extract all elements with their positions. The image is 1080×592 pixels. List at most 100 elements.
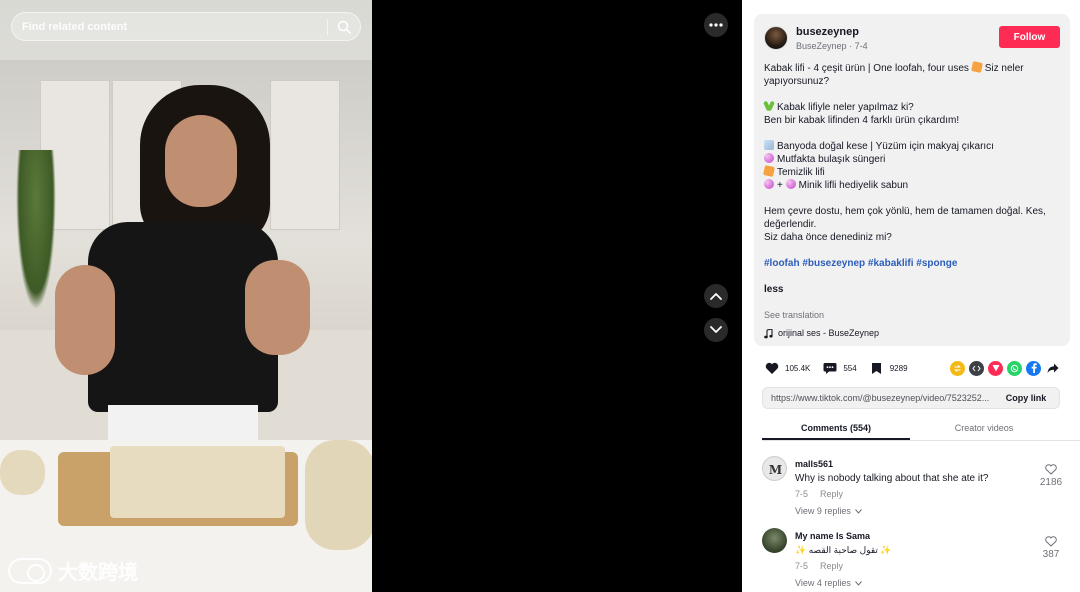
action-bar: 105.4K 554 9289 [764,358,1060,378]
description-card: busezeynep BuseZeynep · 7-4 Follow Kabak… [754,14,1070,346]
author-subtitle: BuseZeynep · 7-4 [796,41,868,51]
author-display-name: BuseZeynep [796,41,847,51]
more-options-button[interactable] [704,13,728,37]
chevron-down-icon [710,326,722,333]
description-text: + [777,180,783,191]
bubbles-emoji-icon [764,179,774,189]
video-scene-loofah [305,440,372,550]
description-line: Banyoda doğal kese | Yüzüm için makyaj ç… [764,140,1060,153]
view-replies-button[interactable]: View 4 replies [795,578,862,588]
comment-meta: 7-5 Reply [795,561,843,571]
soap-emoji-icon [764,140,774,150]
search-input[interactable] [12,13,327,40]
comment-like-count: 387 [1042,549,1060,560]
author-row: busezeynep BuseZeynep · 7-4 Follow [764,24,1060,54]
watermark-logo-icon [8,557,52,584]
view-replies-label: View 4 replies [795,578,851,588]
video-frame[interactable]: 大数跨境 [0,0,372,592]
bubbles-emoji-icon [764,153,774,163]
chevron-down-icon [854,508,862,514]
like-count: 105.4K [785,363,811,373]
video-person-skirt [108,405,258,445]
follow-button[interactable]: Follow [999,26,1060,48]
description-text: Kabak lifiyle neler yapılmaz ki? [777,102,914,113]
music-note-icon [764,328,773,338]
video-scene-cabinet [270,80,340,230]
comment-text: ✨ تقول صاحبة القصه ✨ [795,545,892,556]
save-action[interactable]: 9289 [869,360,908,376]
search-icon [337,20,351,34]
description-line: Siz daha önce denediniz mi? [764,232,892,243]
chevron-down-icon [854,580,862,586]
search-bar[interactable] [11,12,361,41]
repost-icon[interactable] [950,360,965,376]
hashtag-list[interactable]: #loofah #busezeynep #kabaklifi #sponge [764,257,1060,270]
watermark-text: 大数跨境 [58,560,138,584]
tab-creator-videos[interactable]: Creator videos [910,417,1058,440]
bookmark-icon [869,360,885,376]
sparkles-icon: ✨ [880,545,892,555]
embed-icon[interactable] [969,360,984,376]
next-video-button[interactable] [704,318,728,342]
comment-item: My name Is Sama ✨ تقول صاحبة القصه ✨ 7-5… [762,528,1066,590]
show-less-toggle[interactable]: less [764,283,1060,296]
comment-like[interactable]: 2186 [1036,464,1066,488]
sound-name: orijinal ses - BuseZeynep [778,328,880,338]
facebook-icon[interactable] [1026,360,1041,376]
description-line: Hem çevre dostu, hem çok yönlü, hem de t… [764,206,1049,230]
description-text: Minik lifli hediyelik sabun [798,180,909,191]
video-person-face [165,115,237,207]
comment-username[interactable]: malls561 [795,459,833,469]
reply-button[interactable]: Reply [820,561,843,571]
whatsapp-icon[interactable] [1007,360,1022,376]
author-avatar[interactable] [764,26,788,50]
comment-avatar[interactable] [762,528,787,553]
see-translation-link[interactable]: See translation [764,309,1060,322]
save-count: 9289 [889,363,908,373]
description-text: Mutfakta bulaşık süngeri [777,154,886,165]
comment-action[interactable]: 554 [822,360,857,376]
video-url[interactable]: https://www.tiktok.com/@busezeynep/video… [763,393,993,403]
description-line: Kabak lifi - 4 çeşit ürün | One loofah, … [764,61,1060,88]
avatar-m-icon: M [769,463,782,477]
previous-video-button[interactable] [704,284,728,308]
sound-link[interactable]: orijinal ses - BuseZeynep [764,327,1060,340]
description-line: Temizlik lifi [763,165,1060,179]
video-scene-loofah [110,446,285,518]
view-replies-button[interactable]: View 9 replies [795,506,862,516]
description-text: Kabak lifi - 4 çeşit ürün | One loofah, … [764,63,969,74]
comment-avatar[interactable]: M [762,456,787,481]
svg-text:M: M [769,463,782,477]
plant-emoji-icon [764,101,774,111]
search-button[interactable] [328,13,360,40]
post-date: 7-4 [854,41,868,51]
comment-like-count: 2186 [1039,477,1063,488]
copy-link-box: https://www.tiktok.com/@busezeynep/video… [762,387,1060,409]
description-line: + Minik lifli hediyelik sabun [764,179,1060,192]
share-arrow-icon[interactable] [1045,361,1060,376]
view-replies-label: View 9 replies [795,506,851,516]
author-username[interactable]: busezeynep [796,26,859,38]
tab-comments[interactable]: Comments (554) [762,417,910,440]
like-action[interactable]: 105.4K [764,360,810,376]
reply-button[interactable]: Reply [820,489,843,499]
watermark: 大数跨境 [8,556,138,585]
comment-text: Why is nobody talking about that she ate… [795,473,989,484]
chevron-up-icon [710,293,722,300]
heart-icon [764,360,780,376]
comment-item: M malls561 Why is nobody talking about t… [762,456,1066,518]
comment-count: 554 [843,363,857,373]
comment-like[interactable]: 387 [1036,536,1066,560]
sparkles-icon: ✨ [795,545,807,555]
send-icon[interactable] [988,360,1003,376]
video-player[interactable]: 大数跨境 [0,0,742,592]
details-panel: busezeynep BuseZeynep · 7-4 Follow Kabak… [742,0,1080,592]
copy-link-button[interactable]: Copy link [993,393,1059,403]
video-person-arm [55,265,115,375]
comment-username[interactable]: My name Is Sama [795,531,870,541]
description-line: Kabak lifiyle neler yapılmaz ki? [764,101,1060,114]
description-line: Ben bir kabak lifinden 4 farklı ürün çık… [764,115,960,126]
description-line: Mutfakta bulaşık süngeri [764,153,1060,166]
comment-tabs: Comments (554) Creator videos [762,417,1080,441]
share-buttons [950,360,1060,376]
